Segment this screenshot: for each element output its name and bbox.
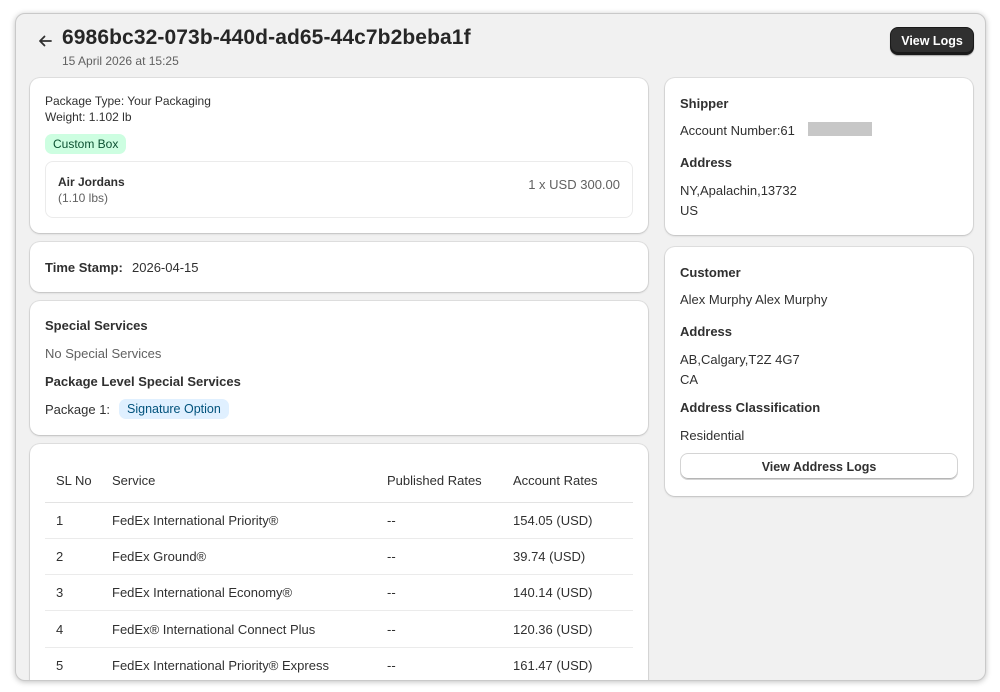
timestamp-card: Time Stamp: 2026-04-15 [30, 242, 648, 292]
shipper-title: Shipper [680, 96, 729, 111]
table-row: 3 FedEx International Economy® -- 140.14… [45, 574, 633, 612]
cell-account-rate: 161.47 (USD) [513, 647, 633, 680]
address-classification-value: Residential [680, 428, 745, 443]
item-price: 1 x USD 300.00 [528, 177, 620, 192]
view-address-logs-button[interactable]: View Address Logs [680, 453, 958, 480]
item-weight: (1.10 lbs) [58, 191, 109, 205]
cell-service: FedEx® International Connect Plus [112, 610, 387, 648]
arrow-left-icon[interactable] [35, 31, 55, 51]
package-level-services-title: Package Level Special Services [45, 374, 241, 389]
cell-account-rate: 39.74 (USD) [513, 538, 633, 576]
cell-service: FedEx International Priority® Express [112, 647, 387, 680]
customer-address-line2: CA [680, 372, 699, 387]
table-row: 2 FedEx Ground® -- 39.74 (USD) [45, 538, 633, 576]
rates-table-card: SL No Service Published Rates Account Ra… [30, 444, 648, 680]
package-weight: Weight: 1.102 lb [45, 110, 132, 124]
table-row: 5 FedEx International Priority® Express … [45, 647, 633, 680]
cell-published-rate: -- [387, 502, 513, 539]
package-card: Package Type: Your Packaging Weight: 1.1… [30, 78, 648, 233]
special-services-card: Special Services No Special Services Pac… [30, 301, 648, 435]
cell-sl-no: 2 [45, 538, 112, 576]
cell-sl-no: 3 [45, 574, 112, 612]
customer-title: Customer [680, 265, 741, 280]
cell-published-rate: -- [387, 574, 513, 612]
shipper-address-title: Address [680, 155, 733, 170]
redacted-account-number [808, 122, 872, 136]
view-logs-button[interactable]: View Logs [890, 27, 974, 55]
column-header-sl-no: SL No [45, 460, 112, 503]
table-row: 4 FedEx® International Connect Plus -- 1… [45, 610, 633, 648]
shipment-detail-page: 6986bc32-073b-440d-ad65-44c7b2beba1f 15 … [15, 13, 986, 681]
table-header-row: SL No Service Published Rates Account Ra… [45, 460, 633, 503]
shipper-address-line2: US [680, 203, 699, 218]
cell-sl-no: 1 [45, 502, 112, 539]
cell-sl-no: 4 [45, 610, 112, 648]
shipper-card: Shipper Account Number:61 Address NY,Apa… [665, 78, 973, 235]
rates-table: SL No Service Published Rates Account Ra… [45, 460, 633, 680]
package-item: Air Jordans (1.10 lbs) 1 x USD 300.00 [45, 161, 633, 218]
cell-published-rate: -- [387, 610, 513, 648]
cell-account-rate: 120.36 (USD) [513, 610, 633, 648]
timestamp-label: Time Stamp: [45, 260, 123, 275]
package-type: Package Type: Your Packaging [45, 94, 211, 108]
page-title: 6986bc32-073b-440d-ad65-44c7b2beba1f [62, 26, 471, 49]
address-classification-title: Address Classification [680, 400, 821, 415]
custom-box-badge: Custom Box [45, 134, 127, 154]
cell-account-rate: 154.05 (USD) [513, 502, 633, 539]
cell-account-rate: 140.14 (USD) [513, 574, 633, 612]
item-name: Air Jordans [58, 175, 125, 189]
cell-sl-no: 5 [45, 647, 112, 680]
table-row: 1 FedEx International Priority® -- 154.0… [45, 502, 633, 539]
signature-option-badge: Signature Option [119, 399, 229, 419]
special-services-value: No Special Services [45, 346, 162, 361]
cell-published-rate: -- [387, 647, 513, 680]
shipper-account-number: Account Number:61 [680, 123, 795, 138]
special-services-title: Special Services [45, 318, 148, 333]
column-header-published-rates: Published Rates [387, 460, 513, 503]
cell-service: FedEx Ground® [112, 538, 387, 576]
page-subtitle-date: 15 April 2026 at 15:25 [62, 54, 179, 68]
customer-card: Customer Alex Murphy Alex Murphy Address… [665, 247, 973, 496]
customer-address-title: Address [680, 324, 733, 339]
customer-name: Alex Murphy Alex Murphy [680, 292, 828, 307]
cell-service: FedEx International Economy® [112, 574, 387, 612]
timestamp-value: 2026-04-15 [132, 260, 199, 275]
cell-service: FedEx International Priority® [112, 502, 387, 539]
column-header-account-rates: Account Rates [513, 460, 633, 503]
cell-published-rate: -- [387, 538, 513, 576]
column-header-service: Service [112, 460, 387, 503]
customer-address-line1: AB,Calgary,T2Z 4G7 [680, 352, 800, 367]
shipper-address-line1: NY,Apalachin,13732 [680, 183, 797, 198]
package-label: Package 1: [45, 402, 111, 417]
